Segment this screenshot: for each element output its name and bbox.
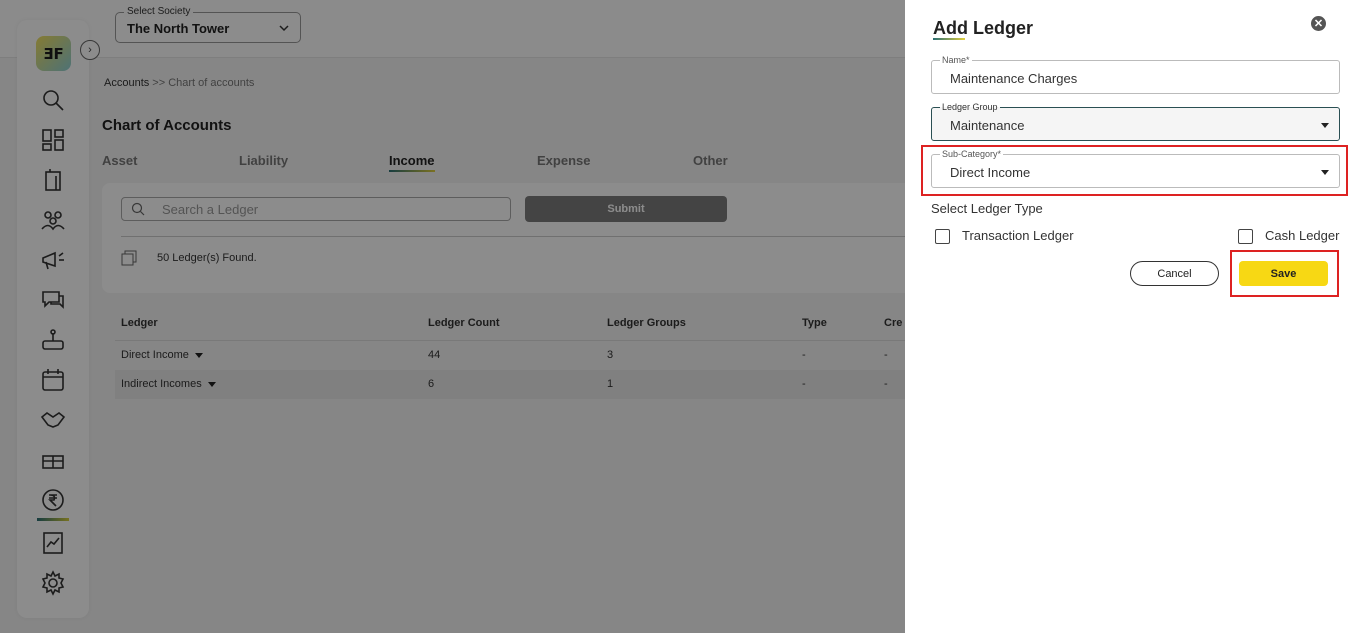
name-field[interactable]: Name* Maintenance Charges	[931, 55, 1340, 94]
dropdown-arrow-icon	[1321, 123, 1329, 128]
save-button[interactable]: Save	[1239, 261, 1328, 286]
ledger-group-value: Maintenance	[950, 118, 1025, 133]
title-underline	[933, 38, 965, 40]
sub-category-label: Sub-Category*	[940, 149, 1004, 159]
cancel-button[interactable]: Cancel	[1130, 261, 1219, 286]
modal-backdrop[interactable]	[0, 0, 905, 633]
cash-ledger-label: Cash Ledger	[1265, 228, 1340, 243]
transaction-ledger-checkbox[interactable]	[935, 229, 950, 244]
name-field-label: Name*	[940, 55, 972, 65]
cash-ledger-checkbox[interactable]	[1238, 229, 1253, 244]
ledger-group-select[interactable]: Ledger Group Maintenance	[931, 102, 1340, 141]
dropdown-arrow-icon	[1321, 170, 1329, 175]
add-ledger-drawer: Add Ledger ✕ Name* Maintenance Charges L…	[905, 0, 1366, 633]
drawer-title: Add Ledger	[933, 18, 1034, 38]
ledger-group-label: Ledger Group	[940, 102, 1000, 112]
close-icon[interactable]: ✕	[1311, 16, 1326, 31]
name-field-value: Maintenance Charges	[950, 71, 1078, 86]
sub-category-value: Direct Income	[950, 165, 1031, 180]
sub-category-select[interactable]: Sub-Category* Direct Income	[931, 149, 1340, 188]
ledger-type-label: Select Ledger Type	[931, 201, 1043, 216]
transaction-ledger-label: Transaction Ledger	[962, 228, 1074, 243]
